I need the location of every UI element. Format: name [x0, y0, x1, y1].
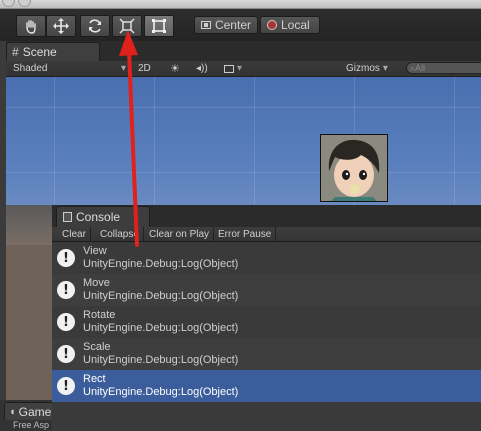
log-message: Move [83, 277, 110, 289]
info-icon: ! [57, 345, 75, 363]
scale-tool-button[interactable] [112, 15, 142, 37]
error-pause-label: Error Pause [218, 228, 272, 240]
tab-scene[interactable]: # Scene [6, 42, 100, 61]
info-icon: ! [57, 281, 75, 299]
scene-viewport[interactable] [6, 77, 481, 208]
hand-tool-button[interactable] [16, 15, 46, 37]
collapse-button-label: Collapse [100, 228, 139, 240]
log-message: Rotate [83, 309, 116, 321]
mode-2d-toggle[interactable]: 2D [138, 62, 151, 75]
console-empty-area [52, 403, 481, 431]
grid-line [254, 77, 255, 208]
log-message: Rect [83, 373, 106, 385]
move-arrows-icon [53, 18, 69, 34]
log-message: View [83, 245, 107, 257]
shading-mode-label: Shaded [13, 63, 48, 74]
rotate-icon [89, 19, 101, 33]
scene-search-placeholder: ⌕All [410, 62, 426, 73]
character-sprite[interactable] [320, 134, 388, 202]
log-entry[interactable]: ! Move UnityEngine.Debug:Log(Object) [52, 274, 481, 306]
console-tab-label: Console [76, 210, 121, 224]
close-window-icon[interactable] [2, 0, 15, 7]
shading-dropdown-arrow-icon[interactable]: ▾ [121, 62, 126, 75]
log-detail: UnityEngine.Debug:Log(Object) [83, 290, 239, 302]
error-pause-button[interactable]: Error Pause [214, 227, 277, 241]
pivot-label: Center [214, 18, 251, 32]
log-message: Scale [83, 341, 111, 353]
log-entry[interactable]: ! Scale UnityEngine.Debug:Log(Object) [52, 338, 481, 370]
tab-console[interactable]: Console [56, 206, 150, 227]
scene-ground-edge [6, 245, 54, 400]
local-space-icon [267, 20, 277, 30]
rect-icon [152, 19, 166, 33]
move-tool-button[interactable] [46, 15, 76, 37]
lighting-sun-icon[interactable]: ☀ [170, 62, 180, 75]
window-title-strip [0, 0, 481, 9]
character-sprite-image [321, 135, 387, 201]
log-entry-selected[interactable]: ! Rect UnityEngine.Debug:Log(Object) [52, 370, 481, 402]
log-detail: UnityEngine.Debug:Log(Object) [83, 258, 239, 270]
log-entry[interactable]: ! Rotate UnityEngine.Debug:Log(Object) [52, 306, 481, 338]
info-icon: ! [57, 249, 75, 267]
log-detail: UnityEngine.Debug:Log(Object) [83, 386, 239, 398]
log-entry[interactable]: ! View UnityEngine.Debug:Log(Object) [52, 242, 481, 274]
rect-tool-button[interactable] [144, 15, 174, 37]
grid-icon: # [12, 45, 19, 59]
scene-search-input[interactable]: ⌕All [406, 62, 481, 74]
game-aspect-dropdown[interactable]: Free Asp [4, 420, 54, 431]
minimize-window-icon[interactable] [18, 0, 31, 7]
space-label: Local [281, 18, 310, 32]
info-icon: ! [57, 313, 75, 331]
rotate-tool-button[interactable] [80, 15, 110, 37]
tab-game[interactable]: ◖ Game [4, 402, 54, 420]
log-detail: UnityEngine.Debug:Log(Object) [83, 354, 239, 366]
pivot-center-icon [201, 21, 211, 29]
audio-speaker-icon[interactable]: ◂)) [196, 62, 208, 75]
clear-button[interactable]: Clear [58, 227, 91, 241]
gizmos-label: Gizmos [346, 63, 380, 74]
game-tab-label: Game [18, 404, 52, 419]
gizmos-dropdown[interactable]: Gizmos ▾ [346, 62, 388, 75]
collapse-button[interactable]: Collapse [96, 227, 144, 241]
grid-line [6, 107, 481, 108]
grid-line [154, 77, 155, 208]
log-detail: UnityEngine.Debug:Log(Object) [83, 322, 239, 334]
hand-icon [26, 20, 36, 34]
console-log-list: ! View UnityEngine.Debug:Log(Object) ! M… [52, 242, 481, 403]
console-icon [63, 212, 72, 222]
grid-line [454, 77, 455, 208]
space-toggle-button[interactable]: Local [260, 16, 320, 34]
mode-2d-label: 2D [138, 63, 151, 74]
console-toolbar: Clear Collapse Clear on Play Error Pause [52, 227, 481, 242]
clear-on-play-button[interactable]: Clear on Play [145, 227, 215, 241]
grid-line [6, 172, 481, 173]
grid-line [54, 77, 55, 208]
scale-icon [119, 18, 135, 34]
pivot-toggle-button[interactable]: Center [194, 16, 258, 34]
clear-button-label: Clear [62, 228, 86, 240]
shading-mode-dropdown[interactable]: Shaded [13, 62, 47, 75]
scene-tab-label: Scene [22, 45, 57, 59]
scene-view-toolbar: Shaded ▾ 2D ☀ ◂)) ▾ Gizmos ▾ ⌕All [6, 61, 481, 77]
main-toolbar: Center Local [0, 9, 481, 41]
info-icon: ! [57, 377, 75, 395]
clear-on-play-label: Clear on Play [149, 228, 210, 240]
game-aspect-label: Free Asp [13, 420, 50, 430]
effects-image-icon[interactable]: ▾ [224, 62, 242, 75]
game-controller-icon: ◖ [9, 405, 16, 418]
